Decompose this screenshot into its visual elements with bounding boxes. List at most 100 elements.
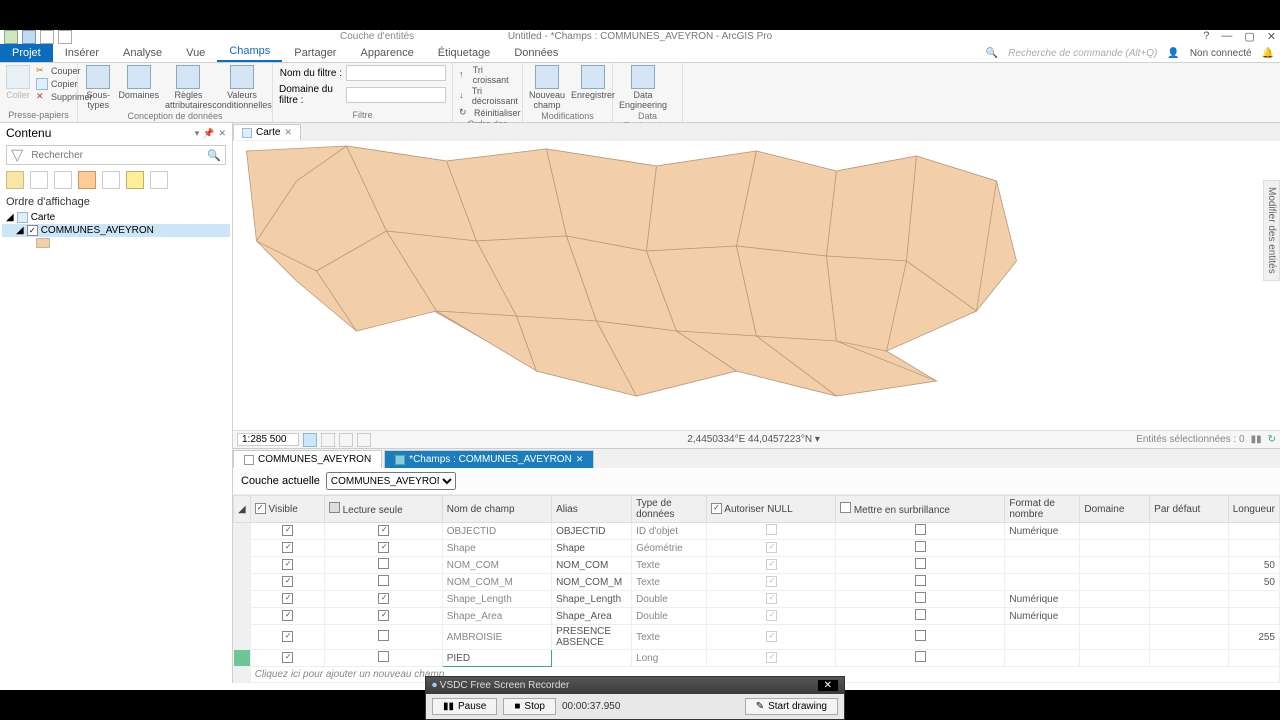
dropdown-icon[interactable]: ▾ bbox=[195, 128, 200, 139]
command-search[interactable]: Recherche de commande (Alt+Q) bbox=[1008, 48, 1157, 59]
scale-input[interactable]: 1:285 500 bbox=[237, 433, 299, 446]
tab-projet[interactable]: Projet bbox=[0, 44, 53, 62]
map-view-tab[interactable]: Carte✕ bbox=[233, 124, 301, 140]
list-labeling-icon[interactable] bbox=[126, 171, 144, 189]
highlight-checkbox[interactable] bbox=[915, 592, 926, 603]
map-canvas[interactable] bbox=[233, 141, 1280, 430]
close-icon[interactable]: ✕ bbox=[576, 454, 584, 465]
null-checkbox[interactable] bbox=[766, 559, 777, 570]
modify-features-tab[interactable]: Modifier des entités bbox=[1263, 180, 1280, 281]
visible-checkbox[interactable] bbox=[282, 631, 293, 642]
maximize-icon[interactable]: ▢ bbox=[1244, 30, 1254, 43]
null-checkbox[interactable] bbox=[766, 593, 777, 604]
tree-map-node[interactable]: ◢ Carte bbox=[2, 211, 230, 224]
table-row[interactable]: ShapeShapeGéométrie bbox=[234, 540, 1280, 557]
null-checkbox[interactable] bbox=[766, 631, 777, 642]
visible-checkbox[interactable] bbox=[282, 610, 293, 621]
domains-button[interactable]: Domaines bbox=[118, 65, 159, 101]
null-checkbox[interactable] bbox=[766, 610, 777, 621]
open-icon[interactable] bbox=[4, 30, 18, 44]
null-checkbox[interactable] bbox=[766, 652, 777, 663]
readonly-checkbox[interactable] bbox=[378, 575, 389, 586]
search-icon[interactable]: 🔍 bbox=[203, 149, 225, 162]
readonly-checkbox[interactable] bbox=[378, 542, 389, 553]
undo-icon[interactable] bbox=[40, 30, 54, 44]
redo-icon[interactable] bbox=[58, 30, 72, 44]
data-engineering-button[interactable]: Data Engineering bbox=[619, 65, 667, 111]
pause-draw-icon[interactable]: ▮▮ bbox=[1251, 434, 1262, 445]
readonly-checkbox[interactable] bbox=[378, 630, 389, 641]
view-tool-3[interactable] bbox=[339, 433, 353, 447]
sort-desc-button[interactable]: ↓Tri décroissant bbox=[459, 86, 520, 106]
tab-etiquetage[interactable]: Étiquetage bbox=[426, 44, 503, 62]
visible-checkbox[interactable] bbox=[282, 559, 293, 570]
tab-partager[interactable]: Partager bbox=[282, 44, 348, 62]
tab-inserer[interactable]: Insérer bbox=[53, 44, 111, 62]
pin-icon[interactable]: 📌 bbox=[203, 128, 214, 139]
close-pane-icon[interactable]: ✕ bbox=[218, 128, 226, 139]
highlight-checkbox[interactable] bbox=[915, 541, 926, 552]
bell-icon[interactable]: 🔔 bbox=[1262, 48, 1274, 59]
current-layer-select[interactable]: COMMUNES_AVEYRON bbox=[326, 472, 456, 490]
attr-tab-fields[interactable]: *Champs : COMMUNES_AVEYRON✕ bbox=[384, 450, 594, 468]
visible-checkbox[interactable] bbox=[282, 576, 293, 587]
tree-layer-node[interactable]: ◢ ✓ COMMUNES_AVEYRON bbox=[2, 224, 230, 237]
minimize-icon[interactable]: — bbox=[1221, 30, 1232, 43]
null-checkbox[interactable] bbox=[766, 542, 777, 553]
contents-search[interactable]: ▽ 🔍 bbox=[6, 145, 226, 165]
null-checkbox[interactable] bbox=[766, 524, 777, 535]
field-name-input[interactable]: PIED bbox=[442, 650, 551, 667]
visible-checkbox[interactable] bbox=[282, 525, 293, 536]
table-row[interactable]: Shape_LengthShape_LengthDoubleNumérique bbox=[234, 591, 1280, 608]
view-tool-2[interactable] bbox=[321, 433, 335, 447]
tab-champs[interactable]: Champs bbox=[217, 42, 282, 62]
table-row[interactable]: Shape_AreaShape_AreaDoubleNumérique bbox=[234, 608, 1280, 625]
list-perspective-icon[interactable] bbox=[150, 171, 168, 189]
readonly-checkbox[interactable] bbox=[378, 593, 389, 604]
pause-button[interactable]: ▮▮ Pause bbox=[432, 698, 497, 715]
subtypes-button[interactable]: Sous-types bbox=[84, 65, 112, 111]
attr-tab-table[interactable]: COMMUNES_AVEYRON bbox=[233, 450, 382, 468]
highlight-checkbox[interactable] bbox=[915, 651, 926, 662]
visible-checkbox[interactable] bbox=[282, 593, 293, 604]
highlight-checkbox[interactable] bbox=[915, 558, 926, 569]
help-icon[interactable]: ? bbox=[1203, 30, 1209, 43]
readonly-checkbox[interactable] bbox=[378, 558, 389, 569]
readonly-checkbox[interactable] bbox=[378, 610, 389, 621]
layer-visibility-checkbox[interactable]: ✓ bbox=[27, 225, 38, 236]
stop-button[interactable]: ■ Stop bbox=[503, 698, 556, 715]
readonly-checkbox[interactable] bbox=[378, 525, 389, 536]
view-tool-1[interactable] bbox=[303, 433, 317, 447]
search-input[interactable] bbox=[27, 150, 203, 161]
visible-checkbox[interactable] bbox=[282, 542, 293, 553]
table-row[interactable]: OBJECTIDOBJECTIDID d'objetNumérique bbox=[234, 523, 1280, 540]
recorder-close-icon[interactable]: ✕ bbox=[818, 680, 838, 691]
list-source-icon[interactable] bbox=[30, 171, 48, 189]
attr-rules-button[interactable]: Règles attributaires bbox=[165, 65, 212, 111]
list-editing-icon[interactable] bbox=[78, 171, 96, 189]
new-field-button[interactable]: Nouveau champ bbox=[529, 65, 565, 111]
save-fields-button[interactable]: Enregistrer bbox=[571, 65, 615, 101]
user-status[interactable]: Non connecté bbox=[1190, 48, 1252, 59]
close-icon[interactable]: ✕ bbox=[284, 127, 292, 138]
tab-analyse[interactable]: Analyse bbox=[111, 44, 174, 62]
table-row[interactable]: PIEDLong bbox=[234, 650, 1280, 667]
reset-button[interactable]: ↻Réinitialiser bbox=[459, 107, 521, 119]
cond-values-button[interactable]: Valeurs conditionnelles bbox=[218, 65, 266, 111]
highlight-checkbox[interactable] bbox=[915, 609, 926, 620]
highlight-checkbox[interactable] bbox=[915, 630, 926, 641]
highlight-checkbox[interactable] bbox=[915, 575, 926, 586]
save-icon[interactable] bbox=[22, 30, 36, 44]
refresh-icon[interactable]: ↻ bbox=[1268, 434, 1276, 445]
readonly-checkbox[interactable] bbox=[378, 651, 389, 662]
table-row[interactable]: AMBROISIEPRESENCE ABSENCETexte255 bbox=[234, 625, 1280, 650]
chevron-down-icon[interactable]: ▾ bbox=[815, 434, 820, 445]
null-checkbox[interactable] bbox=[766, 576, 777, 587]
list-drawing-order-icon[interactable] bbox=[6, 171, 24, 189]
tab-apparence[interactable]: Apparence bbox=[348, 44, 425, 62]
table-row[interactable]: NOM_COMNOM_COMTexte50 bbox=[234, 557, 1280, 574]
close-icon[interactable]: ✕ bbox=[1267, 30, 1276, 43]
highlight-checkbox[interactable] bbox=[915, 524, 926, 535]
view-tool-4[interactable] bbox=[357, 433, 371, 447]
filter-domain-input[interactable] bbox=[346, 87, 446, 103]
